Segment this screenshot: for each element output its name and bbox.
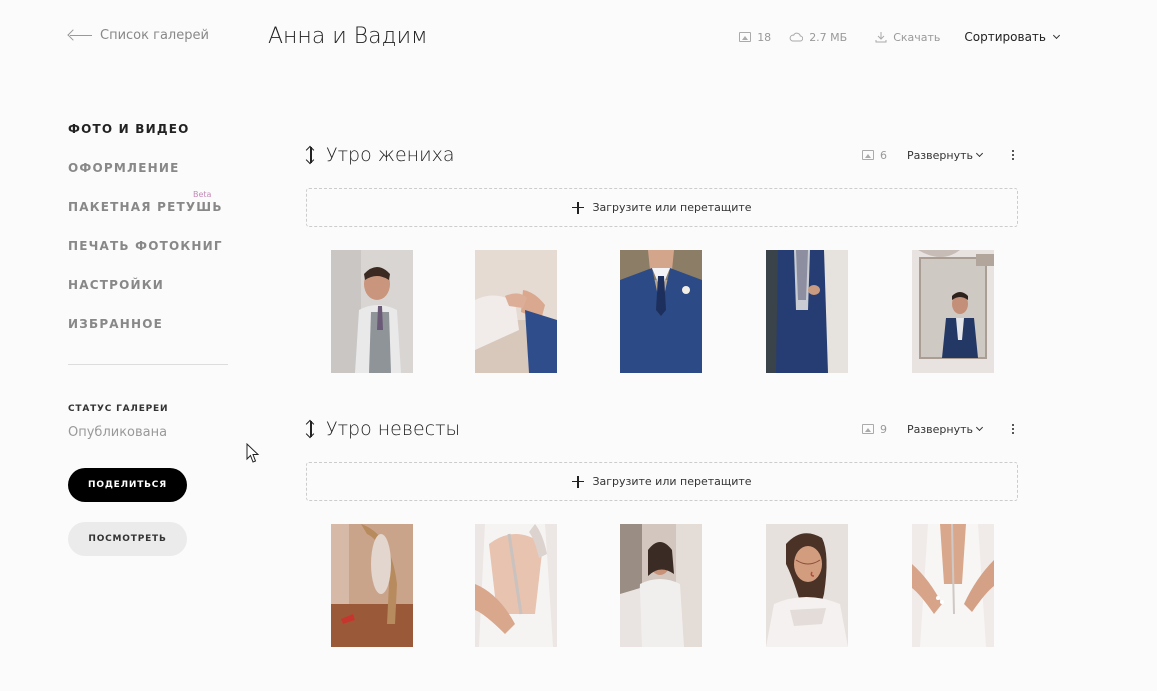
section-count-value: 9 <box>879 422 887 436</box>
thumbnail-grid <box>306 250 1018 374</box>
photo-thumbnail[interactable] <box>766 250 848 373</box>
storage-size: 2.7 МБ <box>789 31 847 44</box>
more-options-icon[interactable] <box>1008 148 1018 162</box>
photo-count: 18 <box>739 31 771 44</box>
sidebar-nav: ФОТО И ВИДЕО ОФОРМЛЕНИЕ ПАКЕТНАЯ РЕТУШЬ … <box>68 122 228 356</box>
arrow-left-icon <box>68 30 92 42</box>
section-header: Утро невесты 9 Развернуть <box>305 414 1018 444</box>
view-button[interactable]: ПОСМОТРЕТЬ <box>68 522 187 556</box>
sidebar-item-batch-retouch[interactable]: ПАКЕТНАЯ РЕТУШЬ Beta <box>68 190 228 239</box>
expand-button[interactable]: Развернуть <box>906 148 984 162</box>
photo-count-value: 18 <box>757 30 772 44</box>
image-icon <box>861 424 874 434</box>
drag-handle-icon[interactable] <box>305 419 316 439</box>
image-icon <box>861 150 874 160</box>
sidebar-item-settings[interactable]: НАСТРОЙКИ <box>68 278 228 317</box>
expand-label: Развернуть <box>906 422 973 436</box>
sidebar-item-label: ПАКЕТНАЯ РЕТУШЬ <box>68 200 223 214</box>
section-controls: 9 Развернуть <box>861 422 1018 436</box>
mouse-cursor-icon <box>246 443 260 463</box>
sidebar-item-photobook-print[interactable]: ПЕЧАТЬ ФОТОКНИГ <box>68 239 228 278</box>
sidebar-divider <box>68 364 228 365</box>
section-title: Утро невесты <box>326 418 461 440</box>
photo-thumbnail[interactable] <box>331 250 413 373</box>
image-icon <box>739 32 752 42</box>
sidebar-item-photo-video[interactable]: ФОТО И ВИДЕО <box>68 122 228 161</box>
upload-dropzone[interactable]: Загрузите или перетащите <box>306 188 1018 227</box>
photo-thumbnail[interactable] <box>620 524 702 647</box>
photo-thumbnail[interactable] <box>912 524 994 647</box>
photo-thumbnail[interactable] <box>475 250 557 373</box>
storage-value: 2.7 МБ <box>809 30 848 44</box>
photo-thumbnail[interactable] <box>766 524 848 647</box>
section-title: Утро жениха <box>326 144 455 166</box>
thumbnail-grid <box>306 524 1018 648</box>
toolbar: 18 2.7 МБ Скачать Сортировать <box>739 30 1061 44</box>
upload-dropzone[interactable]: Загрузите или перетащите <box>306 462 1018 501</box>
sort-dropdown[interactable]: Сортировать <box>964 30 1061 44</box>
chevron-down-icon <box>975 149 984 158</box>
section-bride-morning: Утро невесты 9 Развернуть Загрузите или … <box>305 414 1018 648</box>
download-label: Скачать <box>893 30 941 44</box>
chevron-down-icon <box>1052 31 1061 40</box>
gallery-status-label: СТАТУС ГАЛЕРЕИ <box>68 404 169 414</box>
cloud-icon <box>789 32 804 42</box>
sidebar-item-favorites[interactable]: ИЗБРАННОЕ <box>68 317 228 356</box>
expand-button[interactable]: Развернуть <box>906 422 984 436</box>
gallery-status-value: Опубликована <box>68 425 168 440</box>
download-icon <box>875 32 887 43</box>
back-label: Список галерей <box>100 28 209 43</box>
photo-thumbnail[interactable] <box>331 524 413 647</box>
chevron-down-icon <box>975 423 984 432</box>
section-photo-count: 6 <box>861 148 887 162</box>
more-options-icon[interactable] <box>1008 422 1018 436</box>
section-controls: 6 Развернуть <box>861 148 1018 162</box>
page-title: Анна и Вадим <box>268 24 428 49</box>
expand-label: Развернуть <box>906 148 973 162</box>
upload-label: Загрузите или перетащите <box>592 475 752 488</box>
section-photo-count: 9 <box>861 422 887 436</box>
section-groom-morning: Утро жениха 6 Развернуть Загрузите или п… <box>305 140 1018 374</box>
upload-label: Загрузите или перетащите <box>592 201 752 214</box>
plus-icon <box>572 475 585 488</box>
share-button[interactable]: ПОДЕЛИТЬСЯ <box>68 468 187 502</box>
photo-thumbnail[interactable] <box>620 250 702 373</box>
section-count-value: 6 <box>879 148 887 162</box>
section-header: Утро жениха 6 Развернуть <box>305 140 1018 170</box>
photo-thumbnail[interactable] <box>475 524 557 647</box>
plus-icon <box>572 201 585 214</box>
download-button[interactable]: Скачать <box>875 31 940 44</box>
beta-badge: Beta <box>193 190 212 199</box>
photo-thumbnail[interactable] <box>912 250 994 373</box>
sort-label: Сортировать <box>964 30 1046 44</box>
back-to-galleries-link[interactable]: Список галерей <box>68 28 209 43</box>
drag-handle-icon[interactable] <box>305 145 316 165</box>
